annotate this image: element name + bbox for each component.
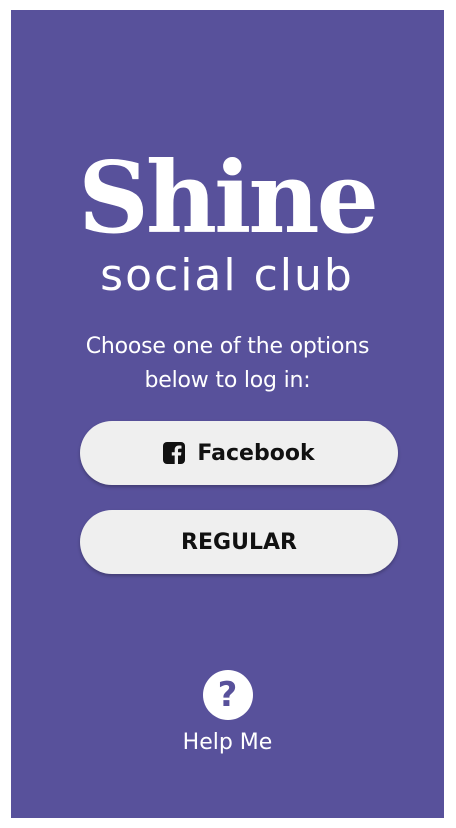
login-prompt-line-2: below to log in: — [144, 368, 311, 393]
facebook-button-label: Facebook — [197, 440, 315, 466]
app-screen: Shine social club Choose one of the opti… — [11, 10, 444, 818]
help-label: Help Me — [182, 730, 273, 755]
question-icon: ? — [202, 670, 253, 720]
facebook-icon — [163, 442, 186, 464]
regular-login-button[interactable]: REGULAR — [80, 510, 398, 574]
help-link[interactable]: ? Help Me — [11, 670, 444, 755]
login-prompt: Choose one of the options below to log i… — [11, 330, 444, 398]
question-glyph: ? — [217, 675, 238, 715]
logo-subtitle: social club — [100, 250, 354, 301]
facebook-login-button[interactable]: Facebook — [80, 421, 398, 485]
logo-title: Shine — [78, 141, 376, 256]
regular-button-label: REGULAR — [181, 529, 297, 555]
app-logo: Shine social club — [11, 120, 444, 310]
login-prompt-line-1: Choose one of the options — [85, 334, 370, 359]
